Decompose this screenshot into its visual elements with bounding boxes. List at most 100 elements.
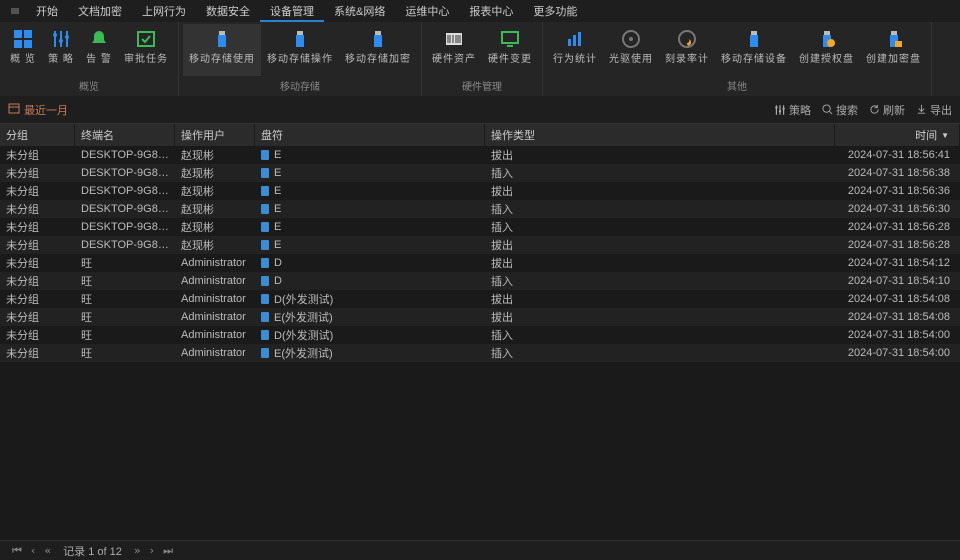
pager-prev-page[interactable]: « [41,544,56,557]
cell-terminal: 旺 [75,255,175,271]
disc-burn-icon [676,28,698,50]
ribbon-policy[interactable]: 策 略 [42,24,80,76]
menu-1[interactable]: 文档加密 [68,0,132,22]
cell-user: 赵现彬 [175,237,255,253]
ribbon-overview[interactable]: 概 览 [4,24,42,76]
ribbon-cd-use[interactable]: 光驱使用 [603,24,659,76]
system-menu-icon[interactable] [8,4,22,18]
date-range-label: 最近一月 [24,102,68,118]
cell-user: Administrator [175,275,255,287]
ribbon-usb-dev[interactable]: 移动存储设备 [715,24,793,76]
pager-next[interactable]: › [144,544,159,557]
cell-group: 未分组 [0,219,75,235]
disk-icon [261,204,269,214]
ribbon-hw-asset[interactable]: 硬件资产 [426,24,482,76]
column-header-group[interactable]: 分组 [0,124,75,146]
ribbon-behavior[interactable]: 行为统计 [547,24,603,76]
table-row[interactable]: 未分组DESKTOP-9G8NA80赵现彬E插入2024-07-31 18:56… [0,218,960,236]
menu-4[interactable]: 设备管理 [260,0,324,22]
menu-3[interactable]: 数据安全 [196,0,260,22]
menu-8[interactable]: 更多功能 [523,0,587,22]
menubar: 开始文档加密上网行为数据安全设备管理系统&网络运维中心报表中心更多功能 [0,0,960,22]
toolbar-label: 策略 [789,102,811,118]
menu-7[interactable]: 报表中心 [459,0,523,22]
chart-icon [564,28,586,50]
cell-drive: D(外发测试) [255,291,485,307]
toolbar-refresh[interactable]: 刷新 [868,102,905,118]
cell-terminal: 旺 [75,291,175,307]
column-header-time-label: 时间 [915,127,937,143]
cell-group: 未分组 [0,147,75,163]
table-row[interactable]: 未分组旺AdministratorD拔出2024-07-31 18:54:12 [0,254,960,272]
menu-6[interactable]: 运维中心 [395,0,459,22]
table-row[interactable]: 未分组旺AdministratorD(外发测试)插入2024-07-31 18:… [0,326,960,344]
cell-terminal: DESKTOP-9G8NA80 [75,203,175,215]
menu-2[interactable]: 上网行为 [132,0,196,22]
cell-user: Administrator [175,347,255,359]
cell-terminal: 旺 [75,327,175,343]
table-row[interactable]: 未分组旺AdministratorD插入2024-07-31 18:54:10 [0,272,960,290]
column-header-terminal[interactable]: 终端名 [75,124,175,146]
toolbar-policy-link[interactable]: 策略 [774,102,811,118]
ribbon-usb-use[interactable]: 移动存储使用 [183,24,261,76]
column-header-optype[interactable]: 操作类型 [485,124,835,146]
column-header-drive[interactable]: 盘符 [255,124,485,146]
column-header-time[interactable]: 时间 ▼ [835,124,960,146]
ribbon-hw-change[interactable]: 硬件变更 [482,24,538,76]
disk-icon [261,186,269,196]
table-row[interactable]: 未分组旺AdministratorD(外发测试)拔出2024-07-31 18:… [0,290,960,308]
ribbon-alert[interactable]: 告 警 [80,24,118,76]
disk-icon [261,312,269,322]
cell-user: 赵现彬 [175,219,255,235]
refresh-icon [868,104,880,116]
cell-optype: 插入 [485,273,835,289]
cell-terminal: DESKTOP-9G8NA80 [75,149,175,161]
disk-icon [261,276,269,286]
cell-optype: 拔出 [485,237,835,253]
disk-icon [261,222,269,232]
date-range-filter[interactable]: 最近一月 [8,102,68,118]
column-header-user[interactable]: 操作用户 [175,124,255,146]
table-row[interactable]: 未分组DESKTOP-9G8NA80赵现彬E拔出2024-07-31 18:56… [0,182,960,200]
table-row[interactable]: 未分组旺AdministratorE(外发测试)拔出2024-07-31 18:… [0,308,960,326]
table-row[interactable]: 未分组DESKTOP-9G8NA80赵现彬E拔出2024-07-31 18:56… [0,236,960,254]
toolbar-export[interactable]: 导出 [915,102,952,118]
ribbon-create-enc[interactable]: 创建加密盘 [860,24,927,76]
usb-lock-icon [883,28,905,50]
barcode-icon [443,28,465,50]
menu-0[interactable]: 开始 [26,0,68,22]
ribbon-label: 审批任务 [124,54,168,66]
pager-next-page[interactable]: » [130,544,145,557]
table-row[interactable]: 未分组DESKTOP-9G8NA80赵现彬E拔出2024-07-31 18:56… [0,146,960,164]
table-row[interactable]: 未分组旺AdministratorE(外发测试)插入2024-07-31 18:… [0,344,960,362]
ribbon-create-auth[interactable]: 创建授权盘 [793,24,860,76]
ribbon-burn[interactable]: 刻录率计 [659,24,715,76]
pager-first[interactable]: ⏮ [8,544,26,558]
table-row[interactable]: 未分组DESKTOP-9G8NA80赵现彬E插入2024-07-31 18:56… [0,164,960,182]
ribbon-usb-op[interactable]: 移动存储操作 [261,24,339,76]
search-icon [821,104,833,116]
ribbon-label: 概 览 [10,54,36,66]
cell-drive: E(外发测试) [255,309,485,325]
toolbar-label: 导出 [930,102,952,118]
cell-time: 2024-07-31 18:56:28 [835,221,960,233]
disk-icon [261,294,269,304]
cell-group: 未分组 [0,291,75,307]
cell-group: 未分组 [0,327,75,343]
export-icon [915,104,927,116]
sliders-icon [50,28,72,50]
cell-drive: D [255,275,485,287]
cell-user: 赵现彬 [175,147,255,163]
table-row[interactable]: 未分组DESKTOP-9G8NA80赵现彬E插入2024-07-31 18:56… [0,200,960,218]
ribbon-label: 移动存储使用 [189,54,255,66]
menu-5[interactable]: 系统&网络 [324,0,395,22]
cell-terminal: 旺 [75,309,175,325]
toolbar-search[interactable]: 搜索 [821,102,858,118]
cell-terminal: 旺 [75,273,175,289]
pager-prev[interactable]: ‹ [26,544,41,557]
usb-icon [211,28,233,50]
ribbon-approve[interactable]: 审批任务 [118,24,174,76]
cell-terminal: 旺 [75,345,175,361]
ribbon-usb-enc[interactable]: 移动存储加密 [339,24,417,76]
pager-last[interactable]: ⏭ [159,544,177,558]
